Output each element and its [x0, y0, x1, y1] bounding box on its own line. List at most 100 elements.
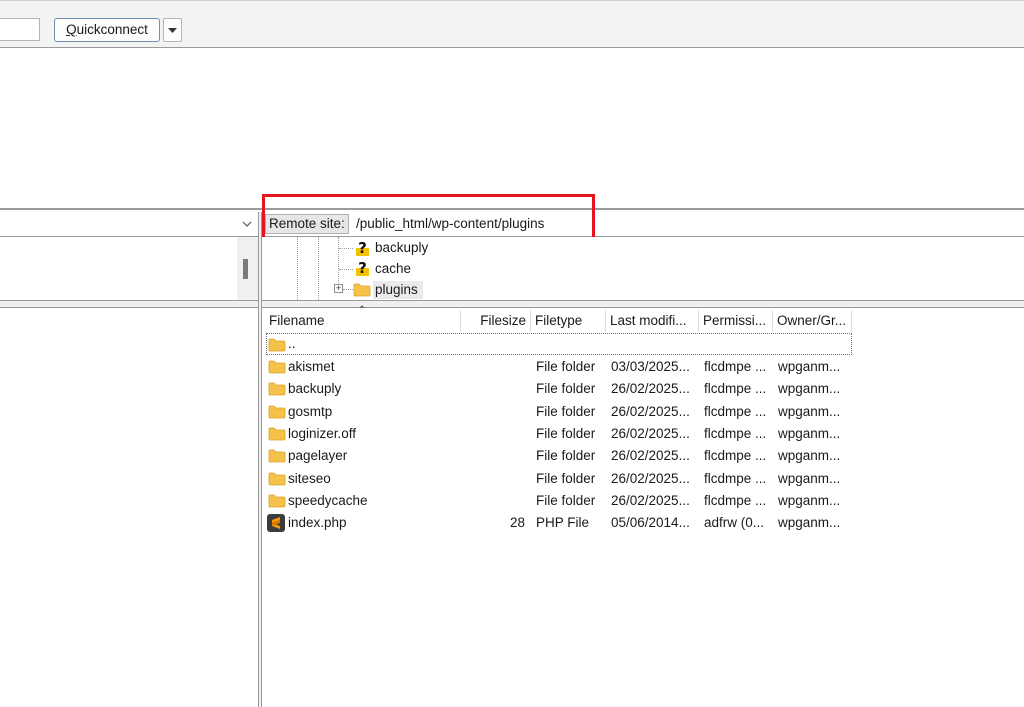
file-last-modified: 26/02/2025... — [611, 470, 690, 486]
file-type: File folder — [536, 448, 596, 464]
file-type: File folder — [536, 425, 596, 441]
folder-icon — [268, 472, 286, 485]
file-last-modified: 05/06/2014... — [611, 515, 690, 531]
file-type: File folder — [536, 470, 596, 486]
file-name: pagelayer — [288, 448, 348, 464]
column-header-filetype[interactable]: Filetype — [531, 310, 606, 332]
file-name: backuply — [288, 381, 342, 397]
local-tree-scrollbar-thumb[interactable] — [243, 259, 248, 279]
file-size — [461, 445, 525, 467]
file-permissions: flcdmpe ... — [704, 381, 767, 397]
file-last-modified: 26/02/2025... — [611, 492, 690, 508]
local-directory-tree[interactable] — [0, 237, 258, 300]
local-site-bar[interactable] — [0, 212, 258, 237]
local-horizontal-splitter[interactable] — [0, 300, 258, 308]
folder-icon — [268, 382, 286, 396]
file-owner-group: wpganm... — [778, 515, 841, 531]
table-row[interactable]: speedycache File folder 26/02/2025... flcdm… — [266, 490, 852, 512]
file-last-modified: 26/02/2025... — [611, 425, 690, 441]
file-name: speedycache — [288, 492, 368, 508]
message-log — [0, 48, 1024, 210]
table-row[interactable]: akismet File folder 03/03/2025... flcdmpe .… — [266, 356, 852, 378]
svg-text:?: ? — [358, 240, 367, 257]
column-header-filename[interactable]: Filename — [265, 310, 461, 332]
file-permissions: flcdmpe ... — [704, 448, 767, 464]
column-header-last-modified[interactable]: Last modifi... — [606, 310, 699, 332]
file-type: File folder — [536, 492, 596, 508]
file-size — [461, 423, 525, 445]
tree-expand-icon[interactable]: + — [334, 284, 343, 293]
folder-icon — [268, 360, 286, 374]
file-last-modified: 03/03/2025... — [611, 359, 690, 374]
table-row[interactable]: backuply File folder 26/02/2025... flcdmpe … — [266, 378, 852, 400]
quickconnect-dropdown-button[interactable] — [163, 18, 182, 42]
tree-guide-line — [338, 237, 340, 285]
file-permissions: flcdmpe ... — [704, 470, 767, 486]
folder-icon — [353, 283, 371, 297]
tree-guide-line — [343, 289, 353, 291]
folder-icon — [268, 427, 286, 441]
quickconnect-button-accel: Q — [66, 22, 77, 37]
tree-item-cache[interactable]: cache — [375, 260, 411, 278]
file-permissions: flcdmpe ... — [704, 403, 767, 419]
parent-directory-label: .. — [288, 336, 296, 351]
question-icon: ? — [354, 259, 371, 277]
file-permissions: flcdmpe ... — [704, 359, 767, 374]
local-file-list[interactable] — [0, 308, 258, 707]
file-type: File folder — [536, 359, 596, 374]
chevron-down-icon[interactable] — [242, 219, 252, 229]
file-last-modified: 26/02/2025... — [611, 381, 690, 397]
file-size — [461, 401, 525, 423]
file-size: 28 — [509, 515, 525, 531]
svg-text:?: ? — [358, 260, 367, 277]
quickconnect-button-label: uickconnect — [76, 22, 148, 37]
tree-guide-line — [339, 269, 353, 271]
column-header-owner-group[interactable]: Owner/Gr... — [773, 310, 852, 332]
file-size — [461, 378, 525, 400]
file-owner-group: wpganm... — [778, 492, 841, 508]
file-last-modified: 26/02/2025... — [611, 448, 690, 464]
tree-guide-line — [318, 237, 320, 300]
file-name: index.php — [288, 515, 347, 531]
file-size — [461, 356, 525, 378]
folder-icon — [268, 449, 286, 463]
sublime-file-icon — [267, 514, 285, 533]
file-type: File folder — [536, 403, 596, 419]
file-permissions: flcdmpe ... — [704, 425, 767, 441]
file-owner-group: wpganm... — [778, 425, 841, 441]
table-row[interactable]: index.php 28 PHP File 05/06/2014... adfrw (0… — [266, 512, 852, 534]
file-permissions: adfrw (0... — [704, 515, 765, 531]
table-row[interactable]: siteseo File folder 26/02/2025... flcdmpe .… — [266, 468, 852, 490]
quickconnect-button[interactable]: Quickconnect — [54, 18, 160, 42]
file-size — [461, 490, 525, 512]
folder-icon — [268, 338, 286, 352]
tree-guide-line — [297, 237, 299, 300]
tree-item-plugins[interactable]: plugins — [375, 281, 418, 299]
file-permissions: flcdmpe ... — [704, 492, 767, 508]
file-type: File folder — [536, 381, 596, 397]
dropdown-arrow-icon — [168, 28, 177, 33]
folder-icon — [268, 405, 286, 418]
table-row[interactable]: gosmtp File folder 26/02/2025... flcdmpe ..… — [266, 401, 852, 423]
column-header-permissions[interactable]: Permissi... — [699, 310, 773, 332]
folder-icon — [268, 494, 286, 508]
file-size — [461, 468, 525, 490]
tree-item-backuply[interactable]: backuply — [375, 239, 428, 257]
table-row[interactable]: loginizer.off File folder 26/02/2025... flc… — [266, 423, 852, 445]
column-header-filesize[interactable]: Filesize — [461, 310, 531, 332]
file-name: akismet — [288, 359, 335, 374]
remote-horizontal-splitter[interactable] — [262, 300, 1024, 308]
file-owner-group: wpganm... — [778, 403, 841, 419]
parent-directory-row[interactable] — [266, 333, 852, 355]
file-type: PHP File — [536, 515, 590, 531]
file-owner-group: wpganm... — [778, 470, 841, 486]
table-row[interactable]: pagelayer File folder 26/02/2025... flcdmpe… — [266, 445, 852, 467]
file-owner-group: wpganm... — [778, 448, 841, 464]
file-owner-group: wpganm... — [778, 381, 841, 397]
highlight-annotation-box — [262, 194, 595, 242]
file-owner-group: wpganm... — [778, 359, 841, 374]
tree-guide-line — [339, 248, 353, 250]
quickconnect-port-input[interactable] — [0, 18, 40, 41]
file-name: siteseo — [288, 470, 331, 486]
file-name: gosmtp — [288, 403, 333, 419]
